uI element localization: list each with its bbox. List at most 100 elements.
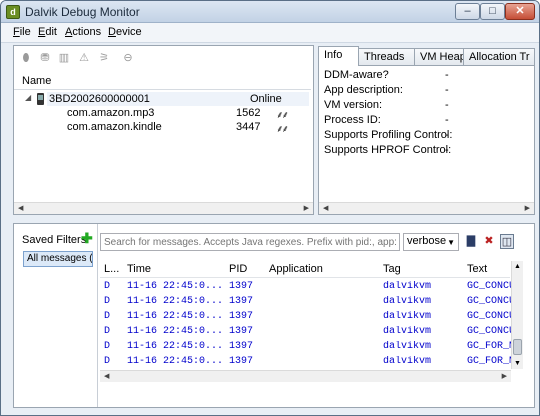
menu-file-label: ile <box>19 26 31 38</box>
info-value: - <box>445 144 449 156</box>
log-header-divider <box>100 277 510 278</box>
update-threads-icon[interactable]: ⚞ <box>97 52 111 65</box>
saved-filters-label: Saved Filters <box>22 234 87 246</box>
tab-info[interactable]: Info <box>318 46 359 66</box>
log-vscrollbar[interactable]: ▲ ▼ <box>511 261 523 369</box>
minimize-button[interactable]: – <box>455 3 480 20</box>
scroll-thumb[interactable] <box>513 339 522 355</box>
column-header-tag[interactable]: Tag <box>383 263 401 275</box>
maximize-button[interactable]: □ <box>480 3 505 20</box>
column-header-text[interactable]: Text <box>467 263 487 275</box>
scroll-right-icon[interactable]: ▶ <box>525 204 530 212</box>
menu-file-accel: F <box>13 26 20 38</box>
save-icon[interactable]: ▇ <box>464 234 478 249</box>
client-pid: 3447 <box>236 121 261 133</box>
tab-threads[interactable]: Threads <box>358 48 415 65</box>
log-row[interactable]: D 11-16 22:45:0... 1397 dalvikvm GC_CONC… <box>100 310 511 325</box>
chevron-down-icon: ▼ <box>447 238 455 247</box>
cause-gc-icon[interactable]: ⚠ <box>77 52 91 65</box>
clear-log-icon[interactable]: ✖ <box>482 234 496 249</box>
devices-name-header: Name <box>22 75 52 87</box>
scroll-right-icon[interactable]: ▶ <box>304 204 309 212</box>
menu-edit[interactable]: Edit <box>38 26 57 38</box>
log-pid: 1397 <box>229 311 254 322</box>
menu-edit-label: dit <box>45 26 57 38</box>
log-level: D <box>104 341 111 352</box>
column-header-level[interactable]: L... <box>104 263 119 275</box>
tab-bar: Info Threads VM Heap Allocation Tr <box>318 46 535 66</box>
scroll-left-icon[interactable]: ◀ <box>18 204 23 212</box>
scroll-down-icon[interactable]: ▼ <box>514 360 521 367</box>
menu-device[interactable]: Device <box>108 26 142 38</box>
log-time: 11-16 22:45:0... <box>127 311 223 322</box>
ddms-app-icon: d <box>6 5 20 19</box>
log-pid: 1397 <box>229 281 254 292</box>
log-time: 11-16 22:45:0... <box>127 296 223 307</box>
info-hscrollbar[interactable]: ◀ ▶ <box>319 202 534 214</box>
client-row[interactable]: com.amazon.kindle 3447 ⸙⸙ <box>61 120 309 135</box>
log-text: GC_CONCUR <box>467 311 511 322</box>
log-text: GC_CONCUR <box>467 326 511 337</box>
info-value: - <box>445 114 449 126</box>
client-row[interactable]: com.amazon.mp3 1562 ⸙⸙ <box>61 106 309 121</box>
tab-allocation-tracker[interactable]: Allocation Tr <box>463 48 535 65</box>
phone-icon <box>37 93 44 105</box>
dump-hprof-icon[interactable]: ▥ <box>57 52 71 65</box>
scroll-left-icon[interactable]: ◀ <box>104 372 109 380</box>
log-level: D <box>104 311 111 322</box>
info-label: Process ID: <box>324 114 381 126</box>
info-label: App description: <box>324 84 403 96</box>
title-bar[interactable]: d Dalvik Debug Monitor – □ ✕ <box>1 1 539 23</box>
info-label: Supports Profiling Control: <box>324 129 453 141</box>
device-expand-icon[interactable]: ◢ <box>25 93 31 102</box>
client-name: com.amazon.mp3 <box>67 107 155 119</box>
scroll-lock-icon[interactable]: ◫ <box>500 234 514 249</box>
menu-device-label: evice <box>115 26 142 38</box>
info-label: DDM-aware? <box>324 69 389 81</box>
column-header-pid[interactable]: PID <box>229 263 247 275</box>
debug-bug-icon: ⸙⸙ <box>276 110 289 121</box>
log-tag: dalvikvm <box>383 281 432 292</box>
scroll-left-icon[interactable]: ◀ <box>323 204 328 212</box>
log-row[interactable]: D 11-16 22:45:0... 1397 dalvikvm GC_CONC… <box>100 325 511 340</box>
all-messages-filter[interactable]: All messages (n <box>23 251 93 267</box>
log-time: 11-16 22:45:0... <box>127 356 223 367</box>
stop-process-icon[interactable]: ⊖ <box>121 52 135 65</box>
log-level-value: verbose <box>407 235 447 247</box>
log-search-input[interactable] <box>100 233 400 251</box>
devices-header-divider <box>14 89 311 90</box>
log-row[interactable]: D 11-16 22:45:0... 1397 dalvikvm GC_FOR_… <box>100 340 511 355</box>
panel-splitter[interactable] <box>13 215 535 223</box>
client-pid: 1562 <box>236 107 261 119</box>
add-filter-icon[interactable]: ✚ <box>81 231 93 245</box>
log-text: GC_FOR_M <box>467 356 511 367</box>
log-hscrollbar[interactable]: ◀ ▶ <box>100 370 511 382</box>
close-button[interactable]: ✕ <box>505 3 535 20</box>
log-time: 11-16 22:45:0... <box>127 281 223 292</box>
menu-bar: File Edit Actions Device <box>1 23 539 43</box>
devices-hscrollbar[interactable]: ◀ ▶ <box>14 202 313 214</box>
log-row[interactable]: D 11-16 22:45:0... 1397 dalvikvm GC_CONC… <box>100 295 511 310</box>
debug-process-icon[interactable]: ⬮ <box>19 52 33 65</box>
log-row[interactable]: D 11-16 22:45:0... 1397 dalvikvm GC_CONC… <box>100 280 511 295</box>
log-time: 11-16 22:45:0... <box>127 341 223 352</box>
ddms-window: d Dalvik Debug Monitor – □ ✕ File Edit A… <box>0 0 540 416</box>
log-level: D <box>104 281 111 292</box>
log-level-select[interactable]: verbose ▼ <box>403 233 459 251</box>
update-heap-icon[interactable]: ⛃ <box>38 52 52 65</box>
log-tag: dalvikvm <box>383 356 432 367</box>
scroll-right-icon[interactable]: ▶ <box>502 372 507 380</box>
log-pid: 1397 <box>229 356 254 367</box>
menu-file[interactable]: File <box>13 26 31 38</box>
device-state: Online <box>250 93 282 105</box>
menu-actions[interactable]: Actions <box>65 26 101 38</box>
column-header-time[interactable]: Time <box>127 263 151 275</box>
log-row[interactable]: D 11-16 22:45:0... 1397 dalvikvm GC_FOR_… <box>100 355 511 370</box>
log-tag: dalvikvm <box>383 341 432 352</box>
menu-actions-label: ctions <box>72 26 102 38</box>
device-row[interactable]: 3BD2002600000001 Online <box>47 92 309 106</box>
log-level: D <box>104 296 111 307</box>
tab-vm-heap[interactable]: VM Heap <box>414 48 464 65</box>
scroll-up-icon[interactable]: ▲ <box>514 263 521 270</box>
column-header-application[interactable]: Application <box>269 263 323 275</box>
